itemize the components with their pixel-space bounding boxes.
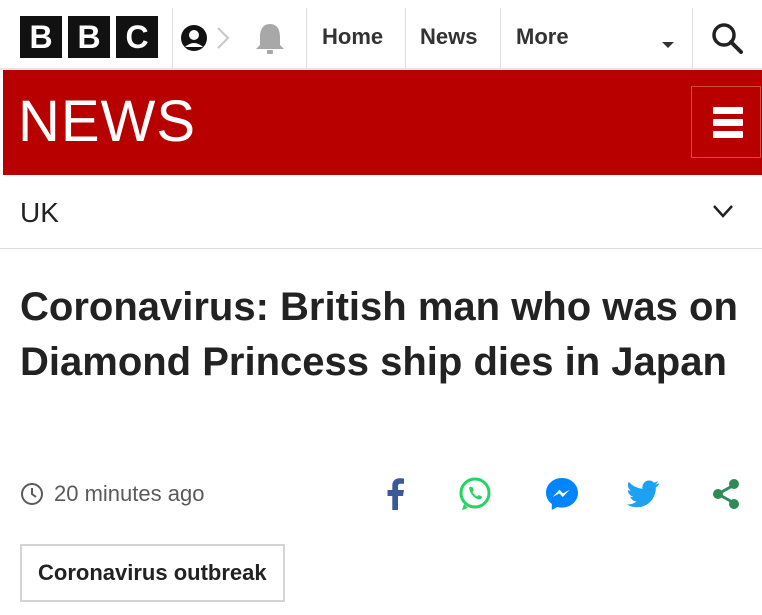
bbc-logo-letter-b2: B (68, 16, 110, 58)
nav-divider (172, 8, 173, 68)
search-icon[interactable] (709, 20, 745, 56)
whatsapp-icon[interactable] (457, 476, 493, 512)
more-dropdown-arrow-icon[interactable] (662, 42, 674, 48)
account-icon[interactable] (180, 22, 236, 54)
topic-tag-link[interactable]: Coronavirus outbreak (20, 544, 285, 602)
section-selector[interactable]: UK (0, 175, 762, 249)
bbc-logo-letter-b1: B (20, 16, 62, 58)
hamburger-menu-icon[interactable] (691, 86, 761, 158)
section-label: UK (20, 197, 59, 228)
share-icon[interactable] (708, 476, 744, 512)
twitter-icon[interactable] (625, 476, 661, 512)
chevron-down-icon[interactable] (712, 203, 734, 219)
menu-bar (713, 119, 743, 126)
menu-bar (713, 131, 743, 138)
nav-link-more[interactable]: More (516, 24, 569, 50)
nav-divider (500, 8, 501, 68)
topic-tag-label: Coronavirus outbreak (38, 560, 267, 585)
facebook-icon[interactable] (378, 476, 414, 512)
menu-bar (713, 107, 743, 114)
article-headline: Coronavirus: British man who was on Diam… (20, 285, 738, 384)
nav-divider (306, 8, 307, 68)
messenger-icon[interactable] (544, 476, 580, 512)
notifications-bell-icon[interactable] (250, 20, 290, 56)
timestamp-text: 20 minutes ago (54, 481, 205, 506)
nav-link-home[interactable]: Home (322, 24, 383, 50)
bbc-logo-letter-c: C (116, 16, 158, 58)
nav-link-news[interactable]: News (420, 24, 477, 50)
news-wordmark[interactable]: NEWS (18, 88, 196, 155)
top-navigation-bar: B B C Home News More (0, 0, 762, 70)
news-banner: NEWS (3, 70, 762, 175)
nav-divider (405, 8, 406, 68)
clock-icon (20, 482, 44, 506)
article-timestamp: 20 minutes ago (20, 481, 204, 507)
bbc-logo[interactable]: B B C (20, 16, 158, 58)
nav-divider (692, 8, 693, 68)
